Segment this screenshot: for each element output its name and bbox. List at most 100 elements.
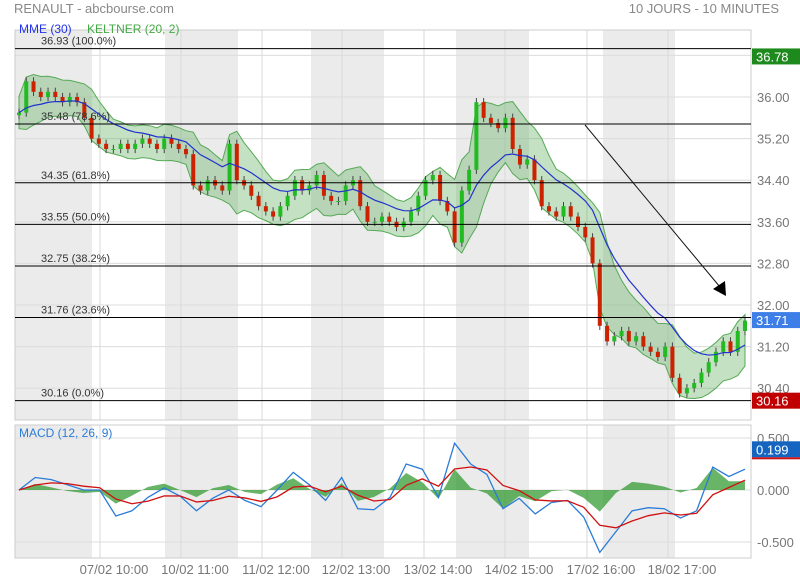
candle-body: [162, 138, 167, 149]
legend-macd: MACD (12, 26, 9): [19, 426, 112, 440]
candle: [452, 207, 457, 247]
trend-arrow-head: [713, 281, 726, 296]
candle-body: [263, 206, 268, 212]
candle-body: [314, 175, 319, 186]
candle: [234, 139, 239, 185]
candle-body: [329, 195, 334, 201]
candle: [467, 165, 472, 195]
x-tick-label: 11/02 12:00: [242, 562, 310, 577]
candle-body: [234, 143, 239, 181]
macd-y-tick-label: -0.500: [757, 535, 794, 550]
candle-body: [118, 143, 123, 149]
candle-body: [380, 216, 384, 222]
candle-body: [663, 346, 668, 357]
candle-body: [271, 211, 276, 217]
candle-body: [532, 159, 537, 181]
x-tick-label: 12/02 13:00: [322, 562, 391, 577]
candle: [670, 342, 675, 382]
fibonacci-level-label: 35.48 (78.6%): [41, 111, 110, 123]
candle-body: [546, 206, 551, 212]
x-tick-label: 13/02 14:00: [404, 562, 473, 577]
y-tick-label: 31.20: [757, 340, 790, 355]
candle-body: [706, 362, 711, 373]
candle-body: [612, 336, 617, 342]
candle-body: [96, 138, 101, 144]
candle-body: [387, 216, 392, 222]
price-badge-label: 30.16: [756, 394, 789, 409]
candle-body: [517, 149, 522, 165]
candle-body: [205, 180, 210, 191]
chart-canvas[interactable]: 36.8036.0035.2034.4033.6032.8032.0031.20…: [0, 0, 800, 580]
candle-body: [597, 263, 602, 326]
fibonacci-level-label: 31.76 (23.6%): [41, 304, 110, 316]
candle-body: [249, 185, 254, 196]
candle: [510, 113, 515, 154]
fibonacci-level-label: 33.55 (50.0%): [41, 211, 110, 223]
candle-body: [133, 143, 138, 149]
candle-body: [539, 180, 544, 207]
candle-body: [626, 331, 631, 342]
x-tick-label: 18/02 17:00: [648, 562, 717, 577]
candle-body: [488, 117, 493, 123]
session-band: [165, 30, 238, 420]
candle-body: [590, 237, 595, 264]
candle-body: [481, 102, 486, 118]
candle-body: [670, 346, 675, 378]
legend-mme: MME (30): [19, 22, 72, 36]
candle: [459, 186, 464, 247]
candle-body: [169, 138, 174, 144]
y-tick-label: 32.00: [757, 298, 790, 313]
candle-body: [459, 190, 464, 243]
candle-body: [53, 91, 58, 97]
candle-body: [619, 331, 624, 337]
candle: [735, 326, 740, 356]
candle: [474, 98, 479, 174]
candle-body: [125, 143, 130, 149]
candle-body: [409, 211, 414, 222]
candle-body: [561, 206, 566, 217]
candle-body: [554, 211, 559, 217]
candle-body: [743, 320, 747, 331]
x-tick-label: 14/02 15:00: [485, 562, 554, 577]
candle-body: [191, 154, 196, 186]
y-tick-label: 35.20: [757, 132, 790, 147]
x-tick-label: 07/02 10:00: [80, 562, 149, 577]
macd-badge-label: 0.199: [756, 442, 789, 457]
candle-body: [728, 341, 733, 352]
macd-y-tick-label: 0.000: [757, 483, 790, 498]
candle-body: [430, 175, 435, 181]
candle-body: [699, 372, 704, 383]
candle-body: [576, 216, 581, 227]
fibonacci-level-label: 36.93 (100.0%): [41, 36, 116, 48]
candle-body: [183, 149, 188, 155]
candle-body: [46, 91, 51, 97]
x-tick-label: 10/02 11:00: [161, 562, 229, 577]
candle-body: [343, 185, 348, 201]
candle-body: [198, 185, 203, 191]
signal-badge-marker: [752, 457, 800, 460]
candle-body: [300, 180, 305, 191]
candle-body: [503, 117, 508, 129]
candle-body: [583, 227, 588, 238]
candle: [321, 170, 326, 200]
candle-body: [438, 175, 443, 201]
candle-body: [365, 206, 370, 222]
candle-body: [227, 143, 232, 191]
candle-body: [220, 185, 225, 191]
candle-body: [692, 383, 697, 389]
candle: [227, 139, 232, 195]
candle-body: [285, 195, 290, 207]
candle-body: [525, 159, 530, 165]
price-badge-label: 31.71: [756, 313, 789, 328]
candle-body: [17, 112, 21, 116]
candle-body: [452, 211, 457, 243]
candle-body: [677, 377, 682, 394]
fibonacci-level-label: 32.75 (38.2%): [41, 253, 110, 265]
candle-body: [38, 91, 43, 97]
candle-body: [655, 351, 660, 357]
y-tick-label: 36.00: [757, 90, 790, 105]
candle-body: [154, 143, 159, 149]
legend-keltner: KELTNER (20, 2): [87, 22, 179, 36]
fibonacci-level-label: 30.16 (0.0%): [41, 388, 104, 400]
candle-body: [474, 102, 479, 170]
